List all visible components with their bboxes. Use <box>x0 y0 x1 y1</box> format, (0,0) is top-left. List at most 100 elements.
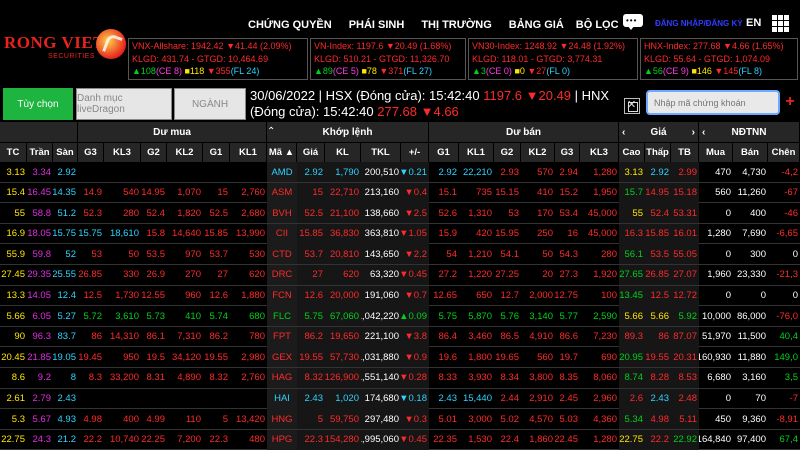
stock-symbol[interactable]: GEX <box>267 347 297 368</box>
col-header-ask-g2[interactable]: G2 <box>494 142 521 162</box>
stock-search-input[interactable] <box>646 90 780 115</box>
nav-chung-quyen[interactable]: CHỨNG QUYỀN <box>248 19 332 31</box>
stock-row[interactable]: 2.61 2.79 2.43 HAI 2.43 1,020 174,680 ▼0.18 2.43… <box>0 388 800 410</box>
col-header-symbol[interactable]: Mã ▲ <box>267 142 297 162</box>
language-switch[interactable]: EN <box>746 17 761 29</box>
col-header-match-price[interactable]: Giá <box>297 142 325 162</box>
stock-symbol[interactable]: FPT <box>267 326 297 347</box>
col-header-tc[interactable]: TC <box>0 142 27 162</box>
cell-match-price: 27 <box>297 264 325 285</box>
fullscreen-icon[interactable] <box>624 98 640 114</box>
stock-symbol[interactable]: HAG <box>267 367 297 388</box>
stock-row[interactable]: 13.3 14.05 12.4 12.5 1,730 12.55 960 12.6 1,880 F… <box>0 285 800 307</box>
col-header-ask-kl3[interactable]: KL3 <box>580 142 619 162</box>
col-header-bid-kl2[interactable]: KL2 <box>167 142 203 162</box>
cell-ask-kl3: 100 <box>601 290 617 302</box>
stock-symbol[interactable]: HNG <box>267 409 297 430</box>
stock-symbol[interactable]: AMD <box>267 162 297 182</box>
cell-change: ▼0.3 <box>401 409 429 430</box>
cell-low: 53.5 <box>645 244 671 265</box>
index-box-vnx-allshare[interactable]: VNX-Allshare: 1942.42 ▼41.44 (2.09%) KLG… <box>128 38 308 80</box>
cell-match-price: 12.6 <box>297 285 325 306</box>
cell-tc: 3.13 <box>6 166 26 178</box>
cell-bid-kl2: 1,820 <box>177 207 201 219</box>
index-line-2: KLGD: 55.64 - GTGD: 1,074.09 <box>644 53 794 66</box>
chevron-right-icon[interactable]: › <box>692 127 695 138</box>
col-header-foreign-sell[interactable]: Bán <box>733 142 768 162</box>
stock-row[interactable]: 8.6 9.2 8 8.3 33,200 8.31 4,890 8.32 2,760 HAG 8.3… <box>0 367 800 389</box>
stock-row[interactable]: 5.66 6.05 5.27 5.72 3,610 5.73 410 5.74 680 FLC 5.… <box>0 306 800 327</box>
stock-row[interactable]: 16.9 18.05 15.75 15.75 18,610 15.8 14,640 15.85… <box>0 223 800 245</box>
col-header-ask-g3[interactable]: G3 <box>555 142 580 162</box>
tab-nganh[interactable]: NGÀNH <box>174 88 246 120</box>
stock-row[interactable]: 15.4 16.45 14.35 14.9 540 14.95 1,070 15 2,760 AS… <box>0 182 800 204</box>
col-header-total-vol[interactable]: TKL <box>361 142 401 162</box>
chat-icon[interactable]: ••• <box>623 14 643 30</box>
chevron-left-icon[interactable]: ‹ <box>622 127 625 138</box>
index-segment: ▲108 <box>132 66 156 76</box>
stock-symbol[interactable]: FCN <box>267 285 297 306</box>
cell-foreign-sell: 9,360 <box>742 413 766 425</box>
index-segment: (FL 8) <box>738 66 762 76</box>
col-header-match-vol[interactable]: KL <box>325 142 361 162</box>
stock-symbol[interactable]: HPG <box>267 429 297 450</box>
stock-row[interactable]: 27.45 29.35 25.55 26.85 330 26.9 270 27 620 DRC 27… <box>0 264 800 286</box>
nav-bo-loc[interactable]: BỘ LỌC <box>576 19 619 31</box>
cell-bid-kl1 <box>230 162 267 182</box>
col-header-high[interactable]: Cao <box>619 142 645 162</box>
col-header-bid-kl3[interactable]: KL3 <box>104 142 141 162</box>
stock-symbol[interactable]: DRC <box>267 264 297 285</box>
col-header-bid-g1[interactable]: G1 <box>203 142 230 162</box>
cell-ask-kl1: 1,220 <box>468 269 492 281</box>
app-grid-icon[interactable] <box>772 15 789 32</box>
col-header-foreign-diff[interactable]: Chên <box>768 142 800 162</box>
stock-symbol[interactable]: CII <box>267 223 297 244</box>
col-header-foreign-buy[interactable]: Mua <box>699 142 733 162</box>
col-header-tran[interactable]: Trần <box>27 142 53 162</box>
cell-ask-g1: 86.4 <box>438 331 458 343</box>
col-header-bid-g2[interactable]: G2 <box>141 142 167 162</box>
scroll-up-icon[interactable]: ⌃ <box>267 126 275 140</box>
cell-bid-g1: 52.5 <box>209 207 229 219</box>
col-header-low[interactable]: Thấp <box>645 142 671 162</box>
col-header-san[interactable]: Sàn <box>53 142 78 162</box>
stock-symbol[interactable]: BVH <box>267 203 297 224</box>
stock-row[interactable]: 55.9 59.8 52 53 50 53.5 970 53.7 530 CTD 53.7 20,81… <box>0 244 800 265</box>
nav-phai-sinh[interactable]: PHÁI SINH <box>349 19 405 31</box>
nav-bang-gia[interactable]: BẢNG GIÁ <box>509 19 564 31</box>
stock-symbol[interactable]: HAI <box>267 388 297 409</box>
index-box-hnx-index[interactable]: HNX-Index: 277.68 ▼4.66 (1.65%) KLGD: 55… <box>640 38 798 80</box>
stock-row[interactable]: 3.13 3.34 2.92 AMD 2.92 1,790 200,510 ▼0.21 2.92… <box>0 162 800 183</box>
index-box-vn-index[interactable]: VN-Index: 1197.6 ▼20.49 (1.68%) KLGD: 51… <box>310 38 466 80</box>
rongviet-logo[interactable]: RONG VIET SECURITIES <box>4 29 126 69</box>
index-box-vn30-index[interactable]: VN30-Index: 1248.92 ▼24.48 (1.92%) KLGD:… <box>468 38 638 80</box>
cell-match-vol: 126,900 <box>325 367 361 388</box>
stock-row[interactable]: 22.75 24.3 21.2 22.2 10,740 22.25 7,200 22.3 480… <box>0 429 800 450</box>
stock-row[interactable]: 20.45 21.85 19.05 19.45 950 19.5 34,120 19.55 2,… <box>0 347 800 368</box>
nav-thi-truong[interactable]: THỊ TRƯỜNG <box>421 19 491 31</box>
index-segment: KLGD: 118.01 - GTGD: 3,774.31 <box>472 53 603 64</box>
col-header-ask-kl1[interactable]: KL1 <box>459 142 494 162</box>
col-header-bid-kl1[interactable]: KL1 <box>230 142 267 162</box>
stock-symbol[interactable]: ASM <box>267 182 297 203</box>
stock-row[interactable]: 5.3 5.67 4.93 4.98 400 4.99 110 5 13,420 HNG 5 59,7… <box>0 409 800 430</box>
cell-bid-kl3: 950 <box>123 351 139 363</box>
col-header-ask-g1[interactable]: G1 <box>429 142 459 162</box>
stock-symbol[interactable]: CTD <box>267 244 297 265</box>
cell-avg: 55.05 <box>671 244 699 265</box>
cell-foreign-diff: -4,2 <box>781 166 798 178</box>
col-header-ask-kl2[interactable]: KL2 <box>521 142 555 162</box>
cell-bid-kl2: 7,200 <box>177 434 201 446</box>
col-header-bid-g3[interactable]: G3 <box>78 142 104 162</box>
col-header-change[interactable]: +/- <box>401 142 429 162</box>
tab-tuy-chon[interactable]: Tùy chọn <box>3 88 73 120</box>
tab-danh-muc-livedragon[interactable]: Danh mục liveDragon <box>76 88 172 120</box>
chevron-left-icon[interactable]: ‹ <box>702 127 705 138</box>
login-register-link[interactable]: ĐĂNG NHẬP/ĐĂNG KÝ <box>655 19 743 28</box>
cell-bid-g2: 22.25 <box>141 434 165 446</box>
stock-symbol[interactable]: FLC <box>267 306 297 327</box>
add-stock-button[interactable]: + <box>783 94 797 110</box>
stock-row[interactable]: 55 58.8 51.2 52.3 280 52.4 1,820 52.5 2,680 BVH 52… <box>0 203 800 224</box>
stock-row[interactable]: 90 96.3 83.7 86 14,310 86.1 7,310 86.2 780 FPT 86.… <box>0 326 800 348</box>
col-header-avg[interactable]: TB <box>671 142 699 162</box>
